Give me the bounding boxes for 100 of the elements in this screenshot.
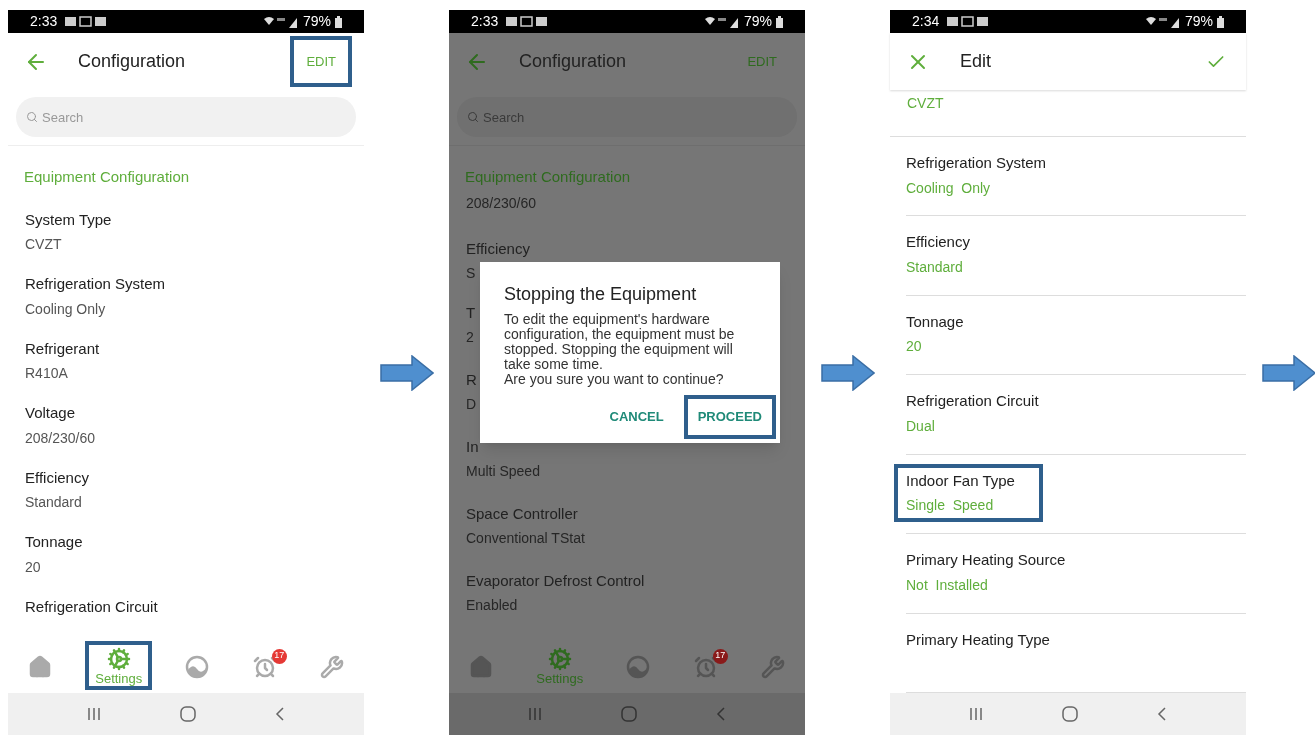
field-value: Dual xyxy=(906,416,936,436)
back-icon[interactable] xyxy=(274,707,285,721)
field-value: Single Speed xyxy=(906,496,995,516)
recent-apps-icon[interactable] xyxy=(87,707,102,721)
wrench-icon xyxy=(320,654,344,679)
field-value: D xyxy=(466,395,477,414)
dialog-title: Stopping the Equipment xyxy=(504,283,698,306)
section-header: Equipment Configuration xyxy=(464,167,632,187)
home-icon[interactable] xyxy=(180,706,196,722)
section-header: Equipment Configuration xyxy=(23,167,191,187)
config-item[interactable]: Primary Heating Source Not Installed xyxy=(898,547,1090,598)
field-value: 20 xyxy=(906,337,923,357)
field-label: Space Controller xyxy=(466,503,579,524)
status-time: 2:33 xyxy=(471,12,499,31)
search-field[interactable]: Search xyxy=(16,97,356,137)
search-icon xyxy=(467,111,479,123)
field-label: Voltage xyxy=(25,403,77,423)
battery-percent: 79% xyxy=(1184,12,1213,31)
gear-icon xyxy=(106,647,131,671)
alarm-clock-icon xyxy=(693,654,718,679)
field-label: Tonnage xyxy=(906,311,964,332)
recent-apps-icon[interactable] xyxy=(969,707,984,721)
gauge-icon xyxy=(626,654,651,679)
field-label: R xyxy=(466,369,477,390)
config-item[interactable]: Tonnage 20 xyxy=(17,529,107,580)
back-icon[interactable] xyxy=(1156,707,1167,721)
house-icon xyxy=(469,654,493,679)
battery-percent: 79% xyxy=(302,12,331,31)
field-label: Tonnage xyxy=(25,532,83,552)
field-label: Evaporator Defrost Control xyxy=(466,570,645,591)
house-icon xyxy=(28,654,52,679)
field-value: S xyxy=(466,264,477,283)
home-icon[interactable] xyxy=(621,706,637,722)
config-item[interactable]: Voltage 208/230/60 xyxy=(17,400,120,451)
field-value: Multi Speed xyxy=(466,462,540,481)
notification-icons-drawing xyxy=(947,16,990,27)
field-label: Refrigeration System xyxy=(906,153,1047,173)
notification-badge: 17 xyxy=(271,648,287,664)
field-value: Standard xyxy=(25,493,83,512)
field-label: In xyxy=(466,436,480,457)
dialog-button[interactable]: CANCEL xyxy=(599,399,674,435)
battery-icon xyxy=(1217,15,1224,28)
battery-icon xyxy=(335,15,342,28)
field-label: Primary Heating Source xyxy=(906,550,1066,571)
field-value: 2 xyxy=(466,328,475,347)
field-value: 20 xyxy=(25,557,42,577)
signal-icons-drawing xyxy=(703,15,740,28)
field-label: System Type xyxy=(25,209,112,230)
screen-title: Edit xyxy=(960,50,993,73)
config-item[interactable]: Evaporator Defrost Control Enabled xyxy=(458,567,669,618)
wrench-icon xyxy=(761,654,785,679)
field-value: CVZT xyxy=(890,90,1246,137)
field-label: Refrigerant xyxy=(25,338,100,359)
field-value: 208/230/60 xyxy=(465,193,538,213)
config-item[interactable]: System Type CVZT xyxy=(17,206,136,257)
gear-icon xyxy=(547,647,572,671)
field-value: R410A xyxy=(25,364,69,383)
search-icon xyxy=(26,111,38,123)
field-label: Efficiency xyxy=(906,232,970,253)
field-label: Indoor Fan Type xyxy=(906,470,1015,491)
field-value: Not Installed xyxy=(906,575,989,595)
config-item[interactable]: Efficiency Standard xyxy=(898,229,994,280)
back-icon[interactable] xyxy=(715,707,726,721)
field-label: Primary Heating Type xyxy=(906,629,1050,650)
field-value: 208/230/60 xyxy=(25,428,96,448)
config-item[interactable]: Refrigerant R410A xyxy=(17,335,124,386)
field-label: Efficiency xyxy=(466,238,530,259)
config-item[interactable]: Indoor Fan Type Single Speed xyxy=(898,467,1039,519)
field-value: Standard xyxy=(906,257,964,277)
notification-icons-drawing xyxy=(506,16,549,27)
arrow-icon xyxy=(379,354,434,391)
config-item[interactable]: Refrigeration System Cooling Only xyxy=(17,271,190,322)
gauge-icon xyxy=(185,654,210,679)
arrow-icon xyxy=(1261,354,1315,391)
arrow-icon xyxy=(820,354,875,391)
config-item[interactable]: Tonnage 20 xyxy=(898,308,988,360)
config-item[interactable]: Refrigeration Circuit xyxy=(17,593,182,620)
signal-icons-drawing xyxy=(1144,15,1181,28)
home-icon[interactable] xyxy=(1062,706,1078,722)
field-label: Refrigeration Circuit xyxy=(25,596,158,617)
config-item[interactable]: Primary Heating Type xyxy=(898,626,1074,654)
battery-icon xyxy=(776,15,783,28)
recent-apps-icon[interactable] xyxy=(528,707,543,721)
field-value: Conventional TStat xyxy=(466,529,585,548)
field-label: T xyxy=(466,302,476,323)
field-value: Cooling Only xyxy=(906,178,992,198)
config-item[interactable]: Refrigeration System Cooling Only xyxy=(898,150,1071,201)
field-value: Enabled xyxy=(466,596,519,615)
config-item[interactable]: Space Controller Conventional TStat xyxy=(458,500,609,551)
field-value: CVZT xyxy=(25,235,63,254)
config-item[interactable]: Efficiency Standard xyxy=(17,464,113,515)
screen-title: Configuration xyxy=(519,50,628,73)
status-time: 2:34 xyxy=(912,12,940,31)
config-item[interactable]: Refrigeration Circuit Dual xyxy=(898,388,1063,439)
battery-percent: 79% xyxy=(743,12,772,31)
signal-icons-drawing xyxy=(262,15,299,28)
screen-title: Configuration xyxy=(78,50,187,73)
field-label: Efficiency xyxy=(25,467,89,488)
field-label: Refrigeration Circuit xyxy=(906,391,1039,412)
field-label: Refrigeration System xyxy=(25,274,166,294)
